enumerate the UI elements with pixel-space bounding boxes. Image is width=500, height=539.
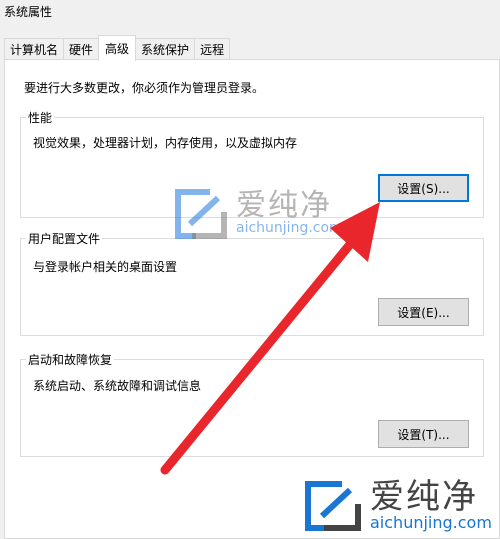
tab-advanced[interactable]: 高级 — [98, 35, 137, 61]
tab-system-protection[interactable]: 系统保护 — [135, 38, 196, 60]
startup-recovery-description: 系统启动、系统故障和调试信息 — [33, 379, 202, 393]
startup-recovery-settings-button[interactable]: 设置(T)... — [378, 420, 469, 448]
user-profiles-group-label: 用户配置文件 — [26, 230, 103, 247]
tab-bar: 计算机名 硬件 高级 系统保护 远程 — [4, 35, 231, 61]
window-title: 系统属性 — [4, 5, 53, 19]
tab-computer-name[interactable]: 计算机名 — [4, 38, 65, 60]
tab-remote[interactable]: 远程 — [194, 38, 231, 60]
startup-recovery-group-label: 启动和故障恢复 — [26, 351, 115, 368]
user-profiles-description: 与登录帐户相关的桌面设置 — [33, 260, 178, 274]
user-profiles-settings-button[interactable]: 设置(E)... — [378, 298, 469, 326]
performance-group-label: 性能 — [26, 109, 55, 126]
tab-hardware[interactable]: 硬件 — [63, 38, 100, 60]
performance-description: 视觉效果，处理器计划，内存使用，以及虚拟内存 — [33, 136, 298, 150]
admin-note: 要进行大多数更改，你必须作为管理员登录。 — [24, 81, 265, 95]
performance-settings-button[interactable]: 设置(S)... — [378, 174, 469, 202]
performance-group: 性能 视觉效果，处理器计划，内存使用，以及虚拟内存 — [20, 109, 484, 218]
